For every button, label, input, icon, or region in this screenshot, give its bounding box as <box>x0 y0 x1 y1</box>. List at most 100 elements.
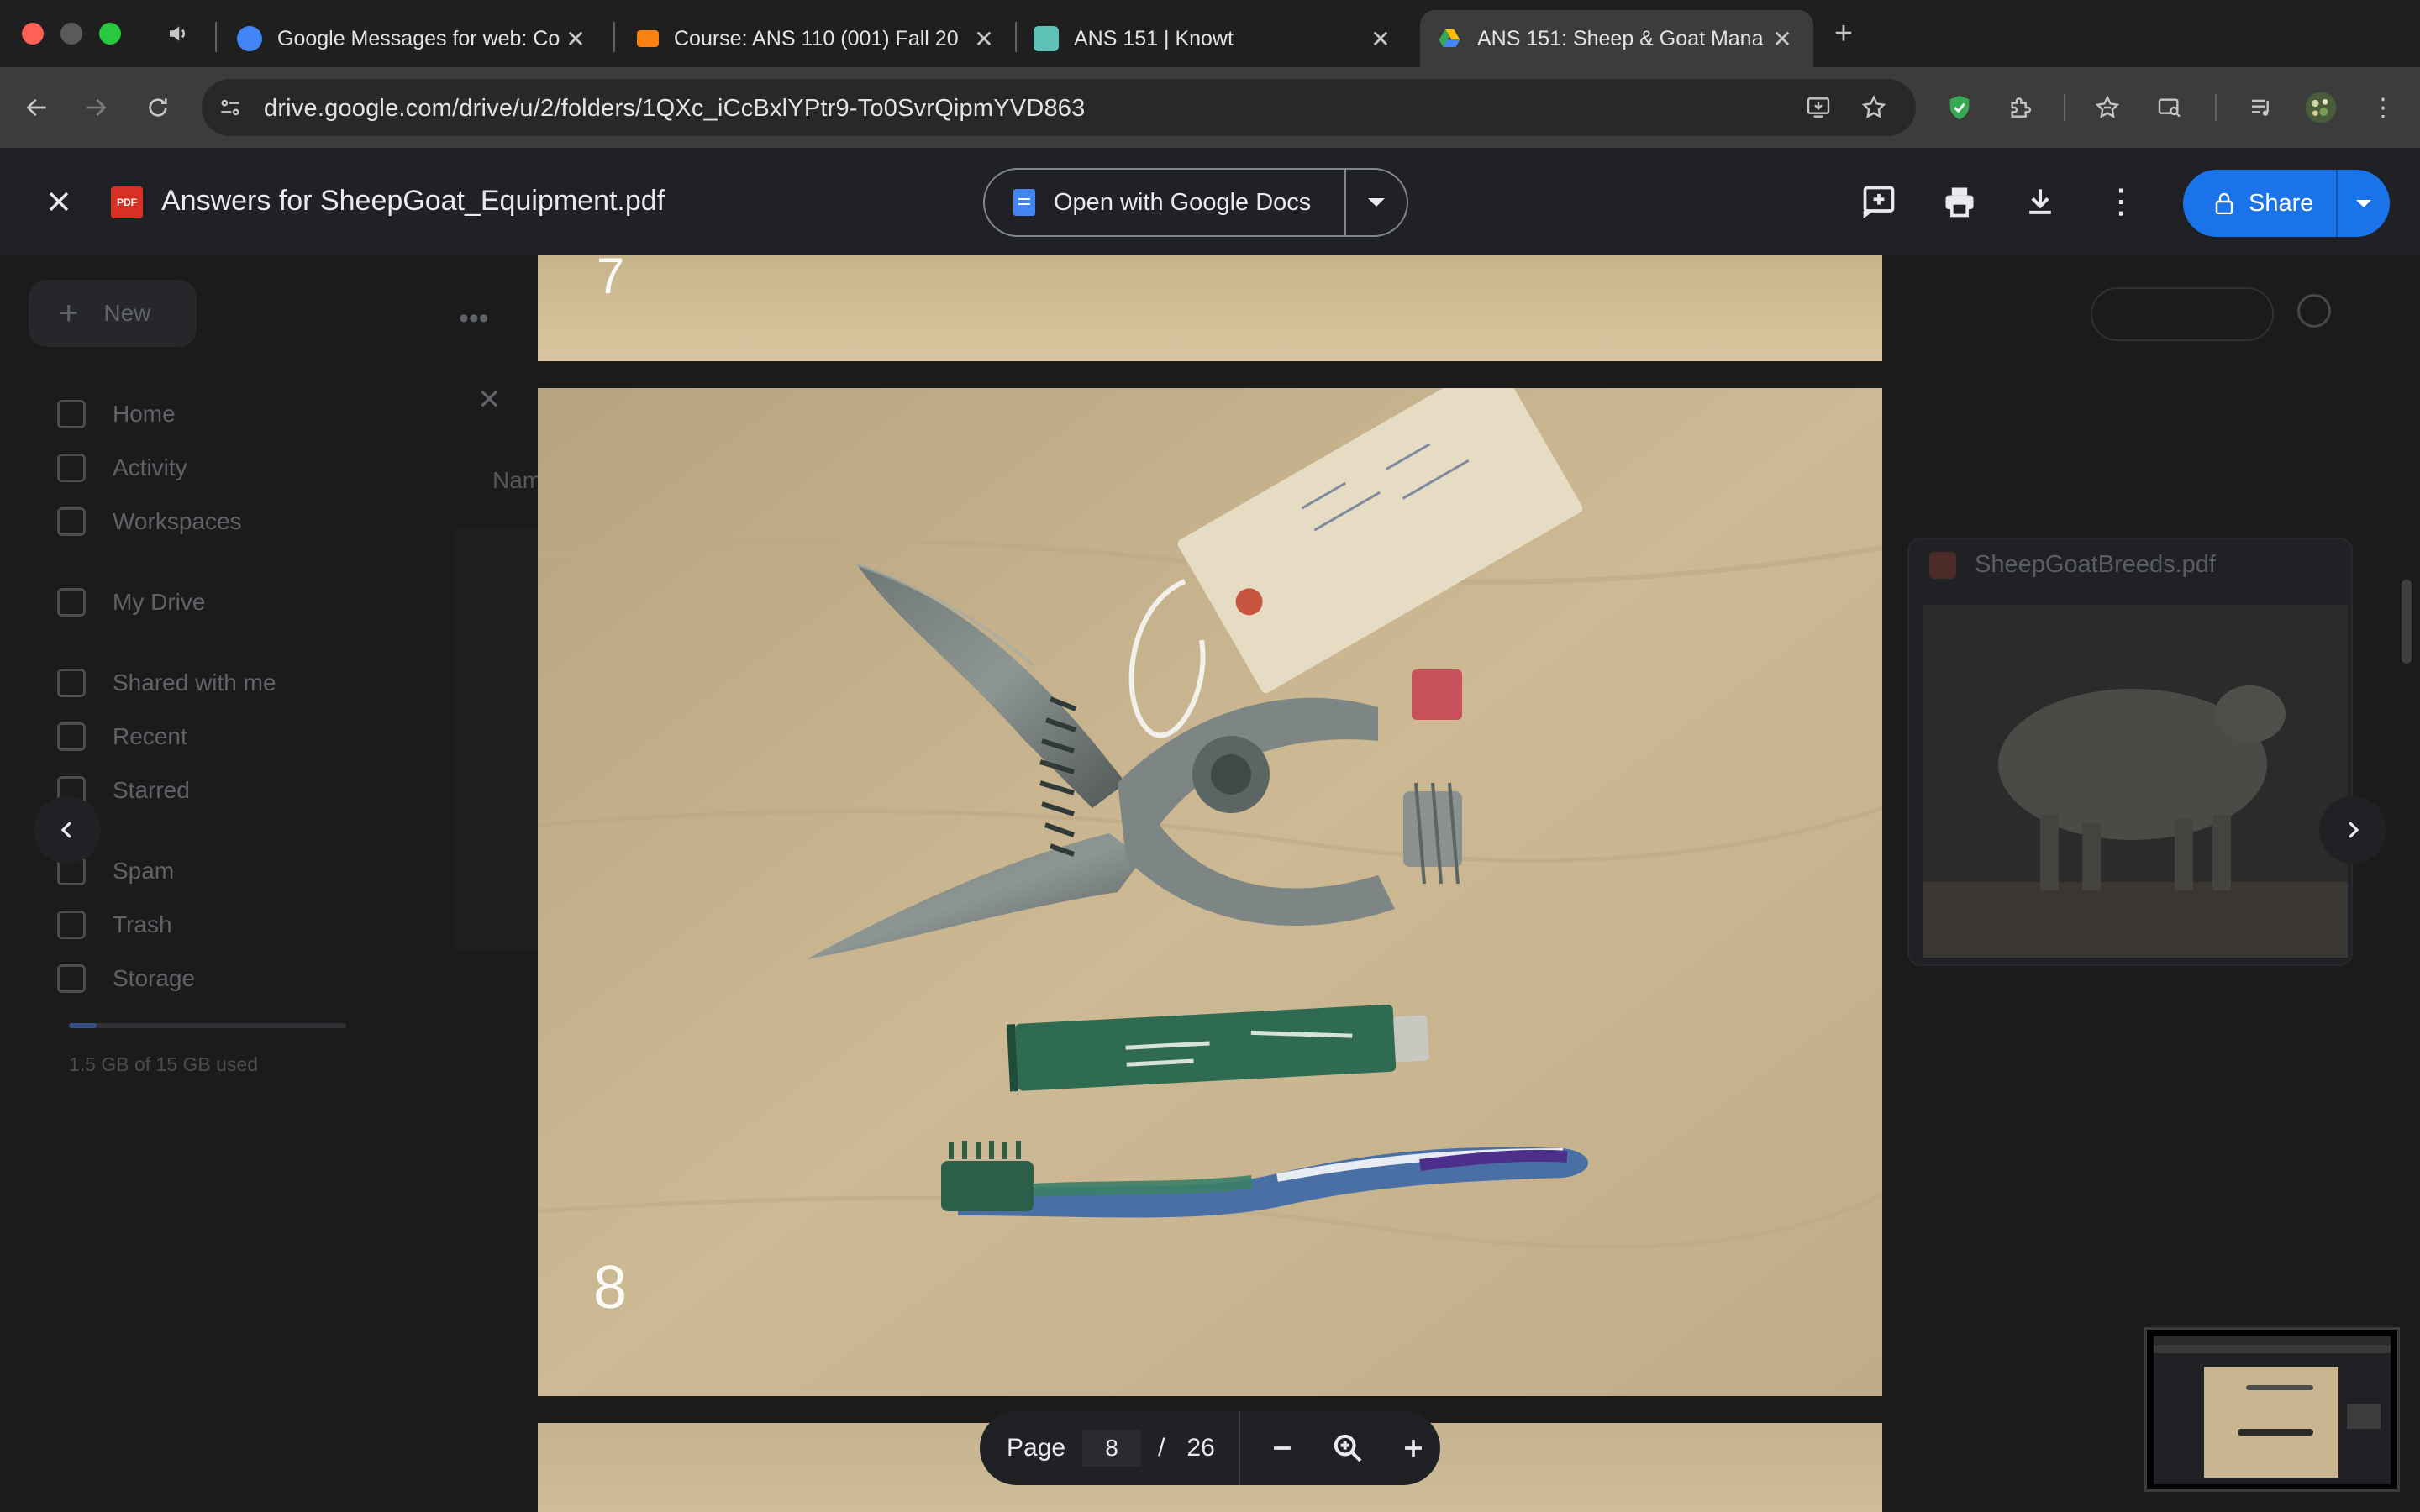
total-pages: 26 <box>1186 1434 1215 1462</box>
browser-tab-bar: Google Messages for web: Co ✕ Course: AN… <box>0 0 2420 67</box>
lock-icon <box>2215 192 2233 215</box>
pdf-viewer-header: PDF Answers for SheepGoat_Equipment.pdf … <box>0 148 2420 255</box>
shield-extension-icon[interactable] <box>1939 87 1980 128</box>
minus-icon <box>1273 1446 1291 1450</box>
add-comment-icon[interactable] <box>1855 178 1902 225</box>
bell-icon <box>57 454 86 482</box>
sidebar-item-storage[interactable]: Storage <box>57 964 195 993</box>
google-messages-icon <box>237 26 262 51</box>
knowt-icon <box>1034 26 1059 51</box>
background-file-card[interactable]: SheepGoatBreeds.pdf <box>1907 538 2353 966</box>
drive-icon <box>57 588 86 617</box>
share-main-button[interactable]: Share <box>2183 170 2338 237</box>
zoom-icon <box>1334 1434 1362 1462</box>
download-icon[interactable] <box>2017 178 2064 225</box>
tab-google-messages[interactable]: Google Messages for web: Co ✕ <box>220 10 607 67</box>
page-separator: / <box>1158 1434 1165 1462</box>
previous-file-button[interactable] <box>34 796 101 864</box>
home-icon <box>57 400 86 428</box>
install-app-icon[interactable] <box>1798 87 1839 128</box>
page-number-input[interactable] <box>1082 1430 1142 1467</box>
close-window-button[interactable] <box>22 23 44 45</box>
print-icon[interactable] <box>1936 178 1983 225</box>
chevron-right-icon <box>2349 822 2360 838</box>
drive-sidebar: Home Activity Workspaces My Drive Shared… <box>25 148 378 1240</box>
sidebar-item-recent[interactable]: Recent <box>57 722 187 751</box>
view-toggle[interactable] <box>2091 287 2274 341</box>
equipment-photo <box>538 388 1882 1396</box>
media-control-icon[interactable] <box>2242 87 2282 128</box>
bookmark-star-icon[interactable] <box>1854 87 1894 128</box>
share-dropdown[interactable] <box>2338 199 2390 207</box>
close-tab-icon[interactable]: ✕ <box>1768 25 1797 53</box>
more-actions-icon[interactable]: ⋮ <box>2097 178 2144 225</box>
back-icon[interactable] <box>17 87 57 128</box>
storage-progress-fill <box>69 1023 97 1028</box>
people-icon <box>57 669 86 697</box>
browser-menu-icon[interactable]: ⋮ <box>2363 87 2403 128</box>
column-header-name: Nam <box>492 467 543 493</box>
page-number-label: 8 <box>593 1254 628 1321</box>
google-drive-icon <box>1437 26 1462 51</box>
new-tab-icon[interactable]: + <box>1823 13 1864 54</box>
storage-progress-bar <box>69 1023 346 1028</box>
pdf-file-icon <box>1929 551 1956 579</box>
reading-list-icon[interactable] <box>2149 87 2190 128</box>
close-tab-icon[interactable]: ✕ <box>561 25 590 53</box>
tab-ans151-drive[interactable]: ANS 151: Sheep & Goat Mana ✕ <box>1420 10 1813 67</box>
sidebar-item-my-drive[interactable]: My Drive <box>57 588 205 617</box>
sidebar-item-activity[interactable]: Activity <box>57 454 187 482</box>
caret-down-icon <box>2356 199 2371 207</box>
moodle-icon <box>637 30 659 47</box>
plus-icon <box>1404 1440 1422 1457</box>
close-tab-icon[interactable]: ✕ <box>1366 25 1395 53</box>
chevron-left-icon <box>60 822 71 838</box>
extensions-puzzle-icon[interactable] <box>2000 87 2040 128</box>
dismiss-icon[interactable]: ✕ <box>477 383 502 417</box>
share-button[interactable]: Share <box>2183 170 2390 237</box>
sidebar-item-shared[interactable]: Shared with me <box>57 669 276 697</box>
tab-course-ans110[interactable]: Course: ANS 110 (001) Fall 20 ✕ <box>620 10 1015 67</box>
page-label: Page <box>1007 1434 1066 1462</box>
zoom-in-button[interactable] <box>1388 1423 1439 1473</box>
page-controls: Page / 26 <box>980 1411 1440 1485</box>
workspaces-icon <box>57 507 86 536</box>
more-options-icon[interactable]: ••• <box>459 302 489 335</box>
speaker-icon[interactable] <box>158 13 198 54</box>
pdf-file-icon: PDF <box>111 186 143 218</box>
caret-down-icon <box>1368 198 1385 207</box>
zoom-fit-button[interactable] <box>1323 1423 1373 1473</box>
trash-icon <box>57 911 86 939</box>
close-tab-icon[interactable]: ✕ <box>970 25 998 53</box>
pdf-page-previous: 7 <box>538 255 1882 361</box>
google-docs-icon <box>1013 189 1035 216</box>
sidebar-item-trash[interactable]: Trash <box>57 911 172 939</box>
close-viewer-icon[interactable] <box>39 181 79 222</box>
previous-page-number: 7 <box>597 255 625 304</box>
forward-icon[interactable] <box>76 87 116 128</box>
maximize-window-button[interactable] <box>99 23 121 45</box>
bookmarks-icon[interactable] <box>2087 87 2128 128</box>
zoom-out-button[interactable] <box>1257 1423 1307 1473</box>
browser-toolbar: drive.google.com/drive/u/2/folders/1QXc_… <box>0 67 2420 148</box>
info-icon[interactable] <box>2297 294 2331 328</box>
open-with-dropdown[interactable] <box>1346 198 1407 207</box>
tab-knowt[interactable]: ANS 151 | Knowt ✕ <box>1017 10 1412 67</box>
sidebar-item-workspaces[interactable]: Workspaces <box>57 507 242 536</box>
open-with-google-docs-button[interactable]: Open with Google Docs <box>985 170 1346 235</box>
reload-icon[interactable] <box>138 87 178 128</box>
next-file-button[interactable] <box>2319 796 2386 864</box>
site-settings-icon[interactable] <box>217 94 244 125</box>
address-bar[interactable]: drive.google.com/drive/u/2/folders/1QXc_… <box>202 79 1916 136</box>
profile-avatar-icon[interactable] <box>2301 87 2341 128</box>
url-text: drive.google.com/drive/u/2/folders/1QXc_… <box>264 95 1086 122</box>
cloud-icon <box>57 964 86 993</box>
open-with-button[interactable]: Open with Google Docs <box>983 168 1408 237</box>
minimize-window-button[interactable] <box>60 23 82 45</box>
background-file-preview <box>454 529 538 949</box>
sidebar-item-home[interactable]: Home <box>57 400 176 428</box>
scrollbar-thumb[interactable] <box>2402 580 2412 664</box>
file-title: Answers for SheepGoat_Equipment.pdf <box>161 185 666 217</box>
screenshot-thumbnail-preview[interactable] <box>2144 1327 2400 1492</box>
file-thumbnail <box>1923 605 2348 958</box>
